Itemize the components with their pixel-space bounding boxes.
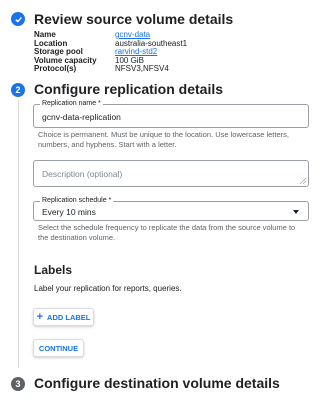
description-textarea[interactable]: Description (optional) (33, 160, 309, 187)
continue-button[interactable]: CONTINUE (33, 339, 84, 357)
description-placeholder: Description (optional) (42, 169, 123, 179)
labels-heading: Labels (34, 263, 73, 277)
add-label-button-label: ADD LABEL (47, 312, 91, 322)
detail-value: NFSV3,NFSV4 (115, 64, 169, 73)
step-3-number-badge: 3 (11, 377, 25, 391)
replication-wizard: Review source volume details Name gcnv-d… (0, 0, 325, 400)
step-3-title[interactable]: Configure destination volume details (34, 375, 280, 391)
detail-key: Protocol(s) (34, 64, 77, 73)
step-2-title[interactable]: Configure replication details (34, 81, 223, 97)
add-label-button[interactable]: + ADD LABEL (33, 308, 94, 326)
step-2-number-badge: 2 (11, 83, 25, 97)
plus-icon: + (36, 310, 44, 323)
step-1-check-icon (11, 12, 25, 26)
replication-schedule-help: Select the schedule frequency to replica… (38, 223, 296, 242)
replication-schedule-value: Every 10 mins (42, 207, 96, 217)
replication-name-help: Choice is permanent. Must be unique to t… (38, 130, 289, 149)
detail-row-protocols: Protocol(s) NFSV3,NFSV4 (34, 64, 187, 74)
continue-button-label: CONTINUE (38, 343, 79, 353)
labels-description: Label your replication for reports, quer… (34, 284, 182, 293)
resize-grip-icon[interactable] (300, 178, 306, 184)
step-1-title[interactable]: Review source volume details (34, 11, 233, 27)
replication-name-field[interactable]: Replication name * gcnv-data-replication (33, 100, 309, 128)
replication-name-label: Replication name * (40, 100, 103, 107)
replication-name-value[interactable]: gcnv-data-replication (42, 112, 121, 122)
source-volume-details: Name gcnv-data Location australia-southe… (34, 30, 187, 74)
chevron-down-icon[interactable] (293, 210, 299, 214)
replication-schedule-select[interactable]: Replication schedule * Every 10 mins (33, 197, 309, 221)
step-connector-line (18, 100, 19, 368)
replication-schedule-label: Replication schedule * (40, 197, 114, 204)
